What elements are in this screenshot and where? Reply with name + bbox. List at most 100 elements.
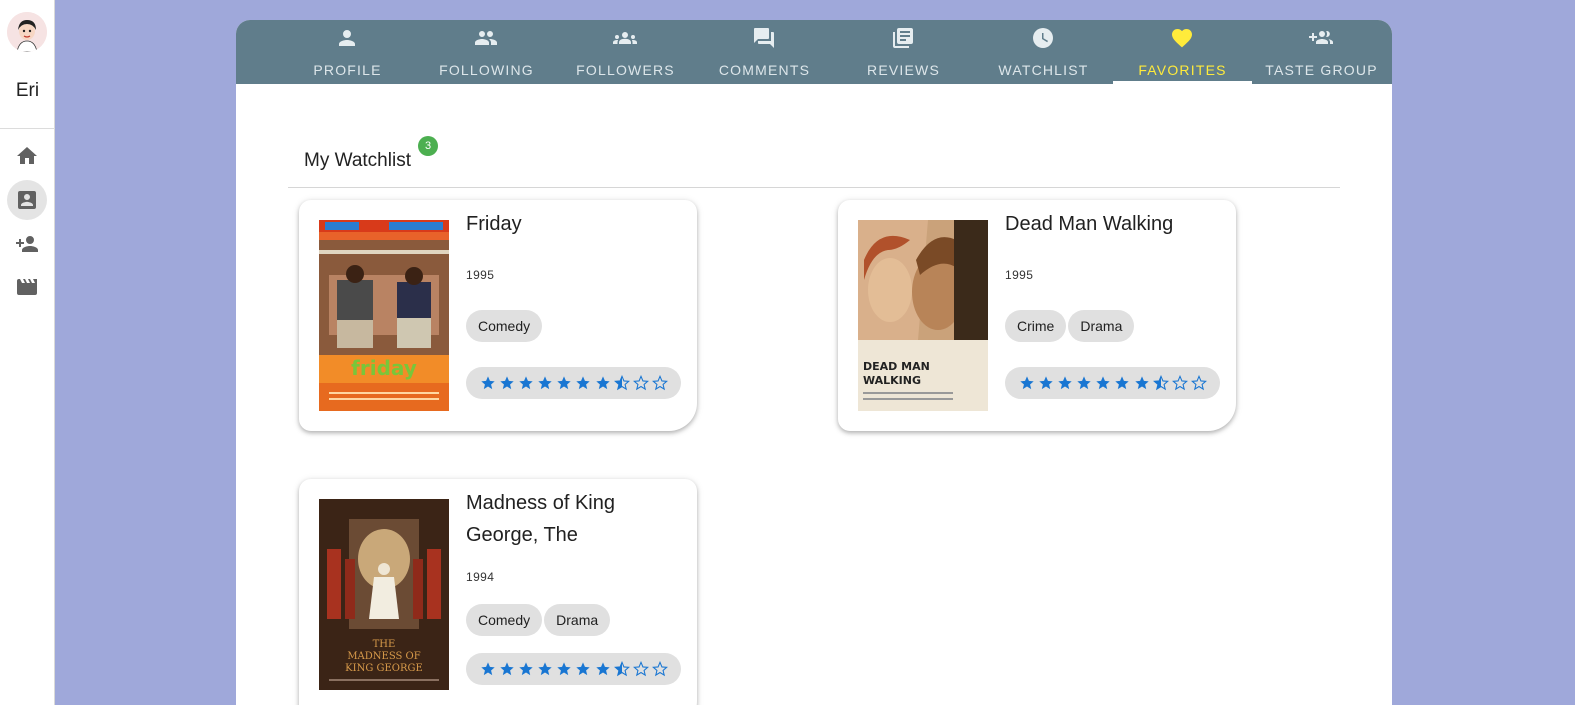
- main-panel: PROFILE FOLLOWING FOLLOWERS COMMENTS REV…: [236, 20, 1392, 705]
- avatar[interactable]: [7, 12, 47, 52]
- star-empty-icon[interactable]: [1190, 375, 1207, 391]
- star-full-icon[interactable]: [1057, 375, 1073, 391]
- star-full-icon[interactable]: [1019, 375, 1035, 391]
- tab-label: REVIEWS: [867, 62, 940, 78]
- genre-chip[interactable]: Crime: [1005, 310, 1067, 342]
- tab-favorites[interactable]: FAVORITES: [1113, 20, 1252, 84]
- star-full-icon[interactable]: [556, 375, 572, 391]
- svg-text:THE: THE: [373, 639, 396, 650]
- star-full-icon[interactable]: [537, 375, 553, 391]
- tab-profile[interactable]: PROFILE: [278, 20, 417, 84]
- person-icon: [339, 30, 355, 46]
- star-full-icon[interactable]: [537, 661, 553, 677]
- movie-title[interactable]: Dead Man Walking: [1005, 208, 1215, 240]
- comments-icon: [754, 28, 774, 48]
- genre-chips: Comedy Drama: [466, 604, 611, 636]
- count-badge: 3: [418, 136, 438, 156]
- movie-poster[interactable]: friday: [319, 220, 449, 411]
- tab-label: COMMENTS: [718, 62, 811, 78]
- sidebar-item-home[interactable]: [7, 136, 47, 176]
- star-half-icon[interactable]: [613, 661, 630, 677]
- tab-label: WATCHLIST: [998, 62, 1089, 78]
- star-full-icon[interactable]: [575, 661, 591, 677]
- section-title: My Watchlist: [304, 150, 411, 171]
- star-full-icon[interactable]: [480, 661, 496, 677]
- person-add-icon: [16, 236, 38, 252]
- star-empty-icon[interactable]: [632, 661, 649, 677]
- clock-icon: [1033, 28, 1053, 48]
- star-full-icon[interactable]: [1076, 375, 1092, 391]
- movie-year: 1995: [466, 268, 495, 282]
- star-rating[interactable]: [1005, 367, 1220, 399]
- star-half-icon[interactable]: [1152, 375, 1169, 391]
- star-full-icon[interactable]: [1134, 375, 1150, 391]
- genre-chip[interactable]: Comedy: [466, 310, 543, 342]
- star-full-icon[interactable]: [480, 375, 496, 391]
- movie-poster[interactable]: DEAD MAN WALKING: [858, 220, 988, 411]
- sidebar-item-movies[interactable]: [7, 267, 47, 307]
- movie-year: 1994: [466, 570, 495, 584]
- reviews-icon: [893, 28, 913, 48]
- svg-text:WALKING: WALKING: [863, 374, 921, 387]
- star-rating[interactable]: [466, 367, 681, 399]
- tab-reviews[interactable]: REVIEWS: [834, 20, 973, 84]
- group-add-icon: [1309, 31, 1333, 44]
- movie-poster[interactable]: THE MADNESS OF KING GEORGE: [319, 499, 449, 690]
- sidebar-item-profile[interactable]: [7, 180, 47, 220]
- star-half-icon[interactable]: [613, 375, 630, 391]
- tab-bar: PROFILE FOLLOWING FOLLOWERS COMMENTS REV…: [236, 20, 1392, 84]
- movie-card[interactable]: friday Friday 1995 Comedy: [299, 200, 697, 431]
- star-empty-icon[interactable]: [1171, 375, 1188, 391]
- movie-year: 1995: [1005, 268, 1034, 282]
- tab-taste-group[interactable]: TASTE GROUP: [1252, 20, 1391, 84]
- movie-card[interactable]: THE MADNESS OF KING GEORGE Madness of Ki…: [299, 479, 697, 705]
- section-divider: [288, 187, 1340, 188]
- tab-label: FAVORITES: [1138, 62, 1227, 78]
- svg-text:MADNESS OF: MADNESS OF: [347, 651, 420, 662]
- star-full-icon[interactable]: [1038, 375, 1054, 391]
- genre-chips: Comedy: [466, 310, 543, 342]
- star-empty-icon[interactable]: [651, 661, 668, 677]
- movie-icon: [17, 279, 37, 295]
- movie-card[interactable]: DEAD MAN WALKING Dead Man Walking 1995 C…: [838, 200, 1236, 431]
- tab-watchlist[interactable]: WATCHLIST: [974, 20, 1113, 84]
- genre-chip[interactable]: Drama: [544, 604, 611, 636]
- star-empty-icon[interactable]: [632, 375, 649, 391]
- star-empty-icon[interactable]: [651, 375, 668, 391]
- groups-icon: [613, 32, 637, 44]
- star-full-icon[interactable]: [595, 661, 611, 677]
- movie-title[interactable]: Madness of King George, The: [466, 487, 676, 551]
- tab-comments[interactable]: COMMENTS: [695, 20, 834, 84]
- sidebar: Eri: [0, 0, 55, 705]
- genre-chip[interactable]: Drama: [1068, 310, 1135, 342]
- star-full-icon[interactable]: [556, 661, 572, 677]
- heart-icon: [1172, 29, 1192, 48]
- star-rating[interactable]: [466, 653, 681, 685]
- tab-label: FOLLOWERS: [576, 62, 675, 78]
- svg-text:DEAD MAN: DEAD MAN: [863, 360, 930, 373]
- active-tab-indicator: [1113, 81, 1252, 84]
- star-full-icon[interactable]: [575, 375, 591, 391]
- home-icon: [17, 147, 37, 164]
- movie-title[interactable]: Friday: [466, 208, 676, 240]
- tab-following[interactable]: FOLLOWING: [417, 20, 556, 84]
- star-full-icon[interactable]: [518, 661, 534, 677]
- user-name: Eri: [15, 80, 40, 101]
- tab-followers[interactable]: FOLLOWERS: [556, 20, 695, 84]
- star-full-icon[interactable]: [518, 375, 534, 391]
- genre-chips: Crime Drama: [1005, 310, 1135, 342]
- profile-card-icon: [18, 191, 36, 209]
- star-full-icon[interactable]: [1114, 375, 1130, 391]
- star-full-icon[interactable]: [499, 375, 515, 391]
- tab-label: PROFILE: [313, 62, 382, 78]
- sidebar-item-add-user[interactable]: [7, 224, 47, 264]
- star-full-icon[interactable]: [595, 375, 611, 391]
- tab-label: TASTE GROUP: [1265, 62, 1378, 78]
- tab-label: FOLLOWING: [439, 62, 534, 78]
- star-full-icon[interactable]: [499, 661, 515, 677]
- svg-text:friday: friday: [351, 356, 417, 380]
- genre-chip[interactable]: Comedy: [466, 604, 543, 636]
- people-icon: [475, 31, 497, 45]
- star-full-icon[interactable]: [1095, 375, 1111, 391]
- svg-text:KING GEORGE: KING GEORGE: [345, 663, 423, 674]
